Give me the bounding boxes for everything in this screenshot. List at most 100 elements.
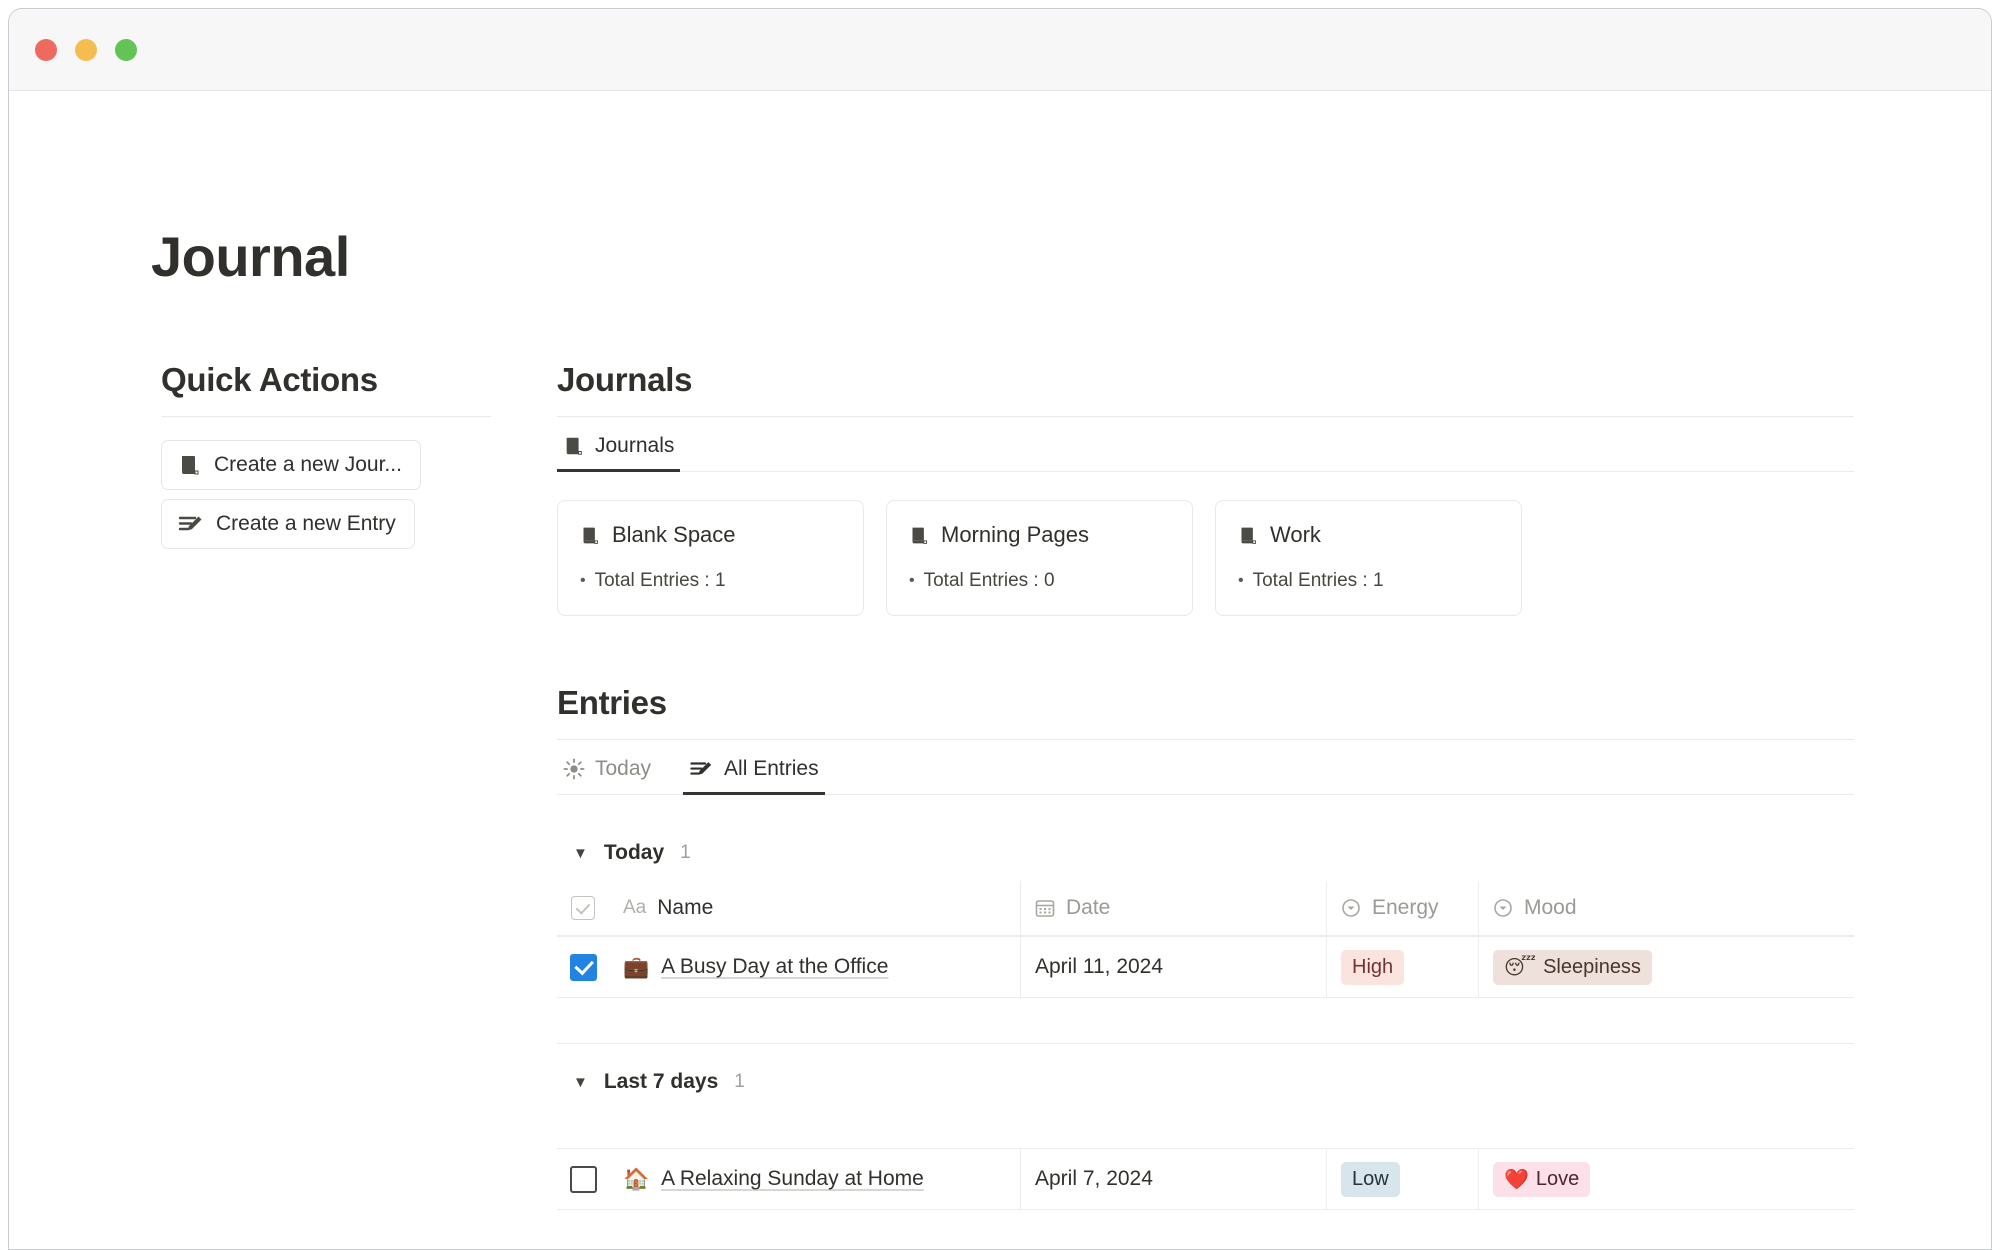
quick-actions-section: Quick Actions Create a new Jour... xyxy=(161,361,491,549)
select-all-cell[interactable] xyxy=(557,881,609,935)
row-date-cell[interactable]: April 7, 2024 xyxy=(1021,1149,1327,1209)
row-checkbox[interactable] xyxy=(570,1166,597,1193)
book-icon xyxy=(1238,525,1259,546)
select-all-checkbox[interactable] xyxy=(571,896,595,920)
group-count: 1 xyxy=(680,842,691,864)
mood-tag: ❤️ Love xyxy=(1493,1162,1590,1197)
chevron-down-icon[interactable]: ▼ xyxy=(573,1075,588,1090)
journal-card-total-entries: Total Entries : 1 xyxy=(595,570,726,592)
energy-tag: Low xyxy=(1341,1162,1400,1197)
entry-date: April 11, 2024 xyxy=(1035,955,1163,979)
create-new-journal-label: Create a new Jour... xyxy=(214,453,402,477)
journal-card-title-row: Blank Space xyxy=(580,522,841,548)
close-window-button[interactable] xyxy=(35,39,57,61)
row-select-cell[interactable] xyxy=(557,1149,609,1209)
table-row[interactable]: 🏠 A Relaxing Sunday at Home April 7, 202… xyxy=(557,1148,1854,1210)
journals-divider xyxy=(557,416,1854,417)
journal-card-title-row: Morning Pages xyxy=(909,522,1170,548)
column-header-energy-label: Energy xyxy=(1372,896,1439,920)
book-icon xyxy=(909,525,930,546)
column-header-date-label: Date xyxy=(1066,896,1110,920)
row-checkbox[interactable] xyxy=(570,954,597,981)
table-row[interactable]: 💼 A Busy Day at the Office April 11, 202… xyxy=(557,936,1854,998)
traffic-lights xyxy=(35,39,137,61)
app-window: Journal Quick Actions Create a new Jour.… xyxy=(8,8,1992,1250)
aa-icon: Aa xyxy=(623,897,646,919)
column-header-date[interactable]: Date xyxy=(1021,881,1327,935)
tab-today[interactable]: Today xyxy=(557,748,657,795)
group-count: 1 xyxy=(734,1071,745,1093)
create-new-journal-button[interactable]: Create a new Jour... xyxy=(161,440,421,490)
zoom-window-button[interactable] xyxy=(115,39,137,61)
journal-cards-list: Blank Space • Total Entries : 1 xyxy=(557,500,1854,616)
journal-card-meta: • Total Entries : 1 xyxy=(580,570,841,592)
create-new-entry-button[interactable]: Create a new Entry xyxy=(161,499,415,549)
entries-table: ▼ Today 1 Aa Name xyxy=(557,815,1854,1210)
table-header-row: Aa Name xyxy=(557,881,1854,936)
heart-icon: ❤️ xyxy=(1504,1167,1529,1192)
row-name-cell[interactable]: 🏠 A Relaxing Sunday at Home xyxy=(609,1149,1021,1209)
mood-tag-label: Sleepiness xyxy=(1543,955,1641,980)
quick-actions-heading: Quick Actions xyxy=(161,361,491,399)
bullet-icon: • xyxy=(580,573,586,589)
row-date-cell[interactable]: April 11, 2024 xyxy=(1021,937,1327,997)
journal-card-blank-space[interactable]: Blank Space • Total Entries : 1 xyxy=(557,500,864,616)
column-header-name[interactable]: Aa Name xyxy=(609,881,1021,935)
sun-icon xyxy=(563,758,585,780)
row-name-cell[interactable]: 💼 A Busy Day at the Office xyxy=(609,937,1021,997)
row-select-cell[interactable] xyxy=(557,937,609,997)
row-energy-cell[interactable]: High xyxy=(1327,937,1479,997)
journals-tabbar: Journals xyxy=(557,425,1854,472)
tab-all-entries-label: All Entries xyxy=(724,757,819,781)
quick-actions-list: Create a new Jour... Create a new Entry xyxy=(161,440,491,549)
journal-card-meta: • Total Entries : 0 xyxy=(909,570,1170,592)
bullet-icon: • xyxy=(909,573,915,589)
journal-card-title: Morning Pages xyxy=(941,522,1089,548)
journal-card-meta: • Total Entries : 1 xyxy=(1238,570,1499,592)
tab-journals-label: Journals xyxy=(595,434,674,458)
page-title: Journal xyxy=(151,224,350,289)
select-icon xyxy=(1493,898,1513,918)
column-header-mood[interactable]: Mood xyxy=(1479,881,1854,935)
energy-tag: High xyxy=(1341,950,1404,985)
journals-section: Journals Journals xyxy=(557,361,1854,616)
group-header-today[interactable]: ▼ Today 1 xyxy=(557,815,1854,881)
tab-all-entries[interactable]: All Entries xyxy=(683,748,825,795)
entries-heading: Entries xyxy=(557,684,1854,722)
row-energy-cell[interactable]: Low xyxy=(1327,1149,1479,1209)
group-label: Last 7 days xyxy=(604,1070,718,1094)
house-icon: 🏠 xyxy=(623,1167,649,1192)
main-column: Journals Journals xyxy=(557,361,1854,1210)
tab-today-label: Today xyxy=(595,757,651,781)
group-header-last-7-days[interactable]: ▼ Last 7 days 1 xyxy=(557,1044,1854,1110)
briefcase-icon: 💼 xyxy=(623,955,649,980)
entries-divider xyxy=(557,739,1854,740)
row-mood-cell[interactable]: ❤️ Love xyxy=(1479,1149,1854,1209)
page-content: Journal Quick Actions Create a new Jour.… xyxy=(9,91,1991,1250)
chevron-down-icon[interactable]: ▼ xyxy=(573,846,588,861)
entry-title-link[interactable]: A Busy Day at the Office xyxy=(661,955,888,979)
book-icon xyxy=(580,525,601,546)
column-header-energy[interactable]: Energy xyxy=(1327,881,1479,935)
book-icon xyxy=(178,453,202,477)
list-pencil-icon xyxy=(178,512,204,536)
table-row-spacer xyxy=(557,1110,1854,1148)
mood-tag: 😴 Sleepiness xyxy=(1493,950,1652,985)
quick-actions-divider xyxy=(161,416,491,417)
journal-card-title: Work xyxy=(1270,522,1321,548)
table-row-spacer xyxy=(557,998,1854,1044)
column-header-name-label: Name xyxy=(657,896,713,920)
list-pencil-icon xyxy=(689,758,714,780)
bullet-icon: • xyxy=(1238,573,1244,589)
row-mood-cell[interactable]: 😴 Sleepiness xyxy=(1479,937,1854,997)
tab-journals[interactable]: Journals xyxy=(557,425,680,472)
create-new-entry-label: Create a new Entry xyxy=(216,512,396,536)
journal-card-title-row: Work xyxy=(1238,522,1499,548)
entry-title-link[interactable]: A Relaxing Sunday at Home xyxy=(661,1167,924,1191)
journal-card-total-entries: Total Entries : 0 xyxy=(924,570,1055,592)
select-icon xyxy=(1341,898,1361,918)
minimize-window-button[interactable] xyxy=(75,39,97,61)
entries-section: Entries Today xyxy=(557,684,1854,1210)
journal-card-morning-pages[interactable]: Morning Pages • Total Entries : 0 xyxy=(886,500,1193,616)
journal-card-work[interactable]: Work • Total Entries : 1 xyxy=(1215,500,1522,616)
